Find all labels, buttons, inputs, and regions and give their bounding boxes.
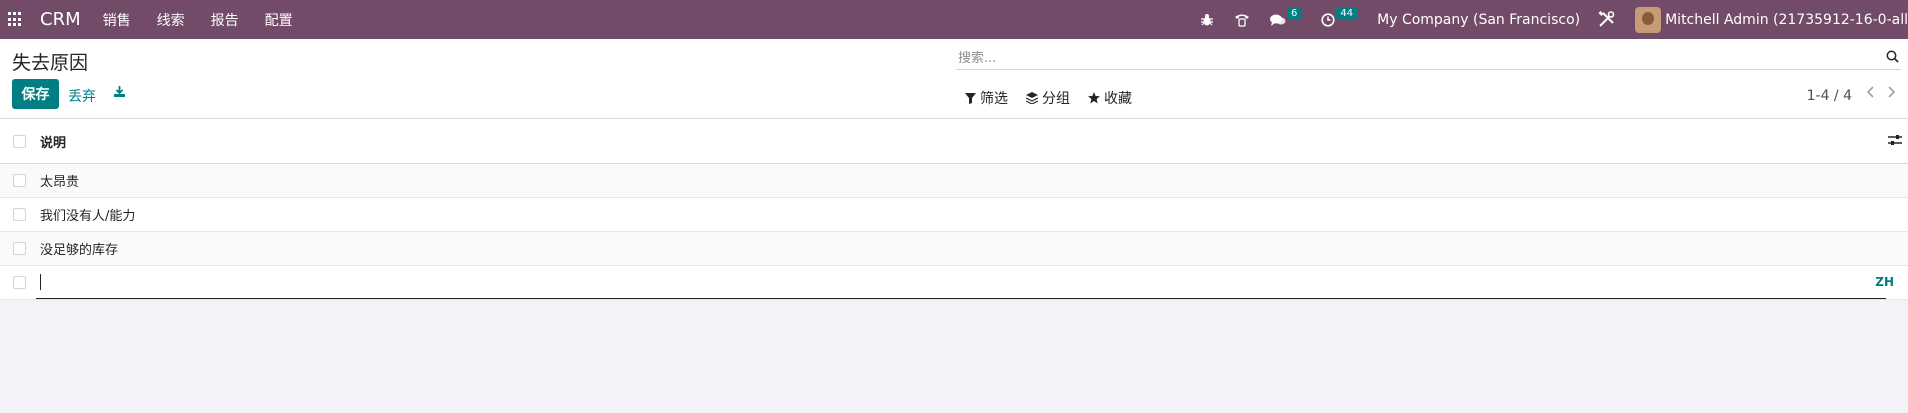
- pager-nav: [1866, 86, 1896, 102]
- chevron-right-icon[interactable]: [1888, 86, 1896, 102]
- list-view: 说明 太昂贵 我们没有人/能力 没足够的库存 ZH: [0, 119, 1908, 300]
- menu-item-config[interactable]: 配置: [265, 10, 293, 30]
- navbar-systray: 6 44 My Company (San Francisco) Mitchell…: [1200, 0, 1908, 39]
- column-header-description[interactable]: 说明: [40, 132, 66, 151]
- layers-icon: [1026, 92, 1038, 104]
- messages-badge: 6: [1287, 7, 1302, 20]
- pager-value[interactable]: 1-4 / 4: [1807, 88, 1852, 104]
- filter-label: 筛选: [980, 91, 1008, 107]
- search-input[interactable]: [956, 49, 1860, 67]
- activities-badge: 44: [1336, 7, 1358, 20]
- menu-item-reports[interactable]: 报告: [211, 10, 239, 30]
- optional-columns-sliders-icon[interactable]: [1888, 134, 1902, 150]
- table-row[interactable]: 太昂贵: [0, 164, 1908, 198]
- filter-funnel-icon: [965, 92, 976, 104]
- export-download-icon[interactable]: [113, 85, 126, 102]
- row-description: 太昂贵: [40, 175, 80, 190]
- menu-item-leads[interactable]: 线索: [157, 10, 185, 30]
- row-checkbox[interactable]: [13, 174, 26, 187]
- description-edit-input[interactable]: [36, 266, 1886, 299]
- filter-dropdown[interactable]: 筛选: [965, 88, 1008, 108]
- row-checkbox[interactable]: [13, 208, 26, 221]
- search-bar: [956, 47, 1901, 70]
- editable-new-row[interactable]: ZH: [0, 266, 1908, 300]
- chevron-left-icon[interactable]: [1866, 86, 1874, 102]
- control-panel: 失去原因 保存 丢弃 筛选 分组 收藏 1-4 / 4: [0, 39, 1908, 119]
- list-header: 说明: [0, 119, 1908, 164]
- translate-language-button[interactable]: ZH: [1875, 275, 1894, 289]
- text-caret: [40, 274, 41, 290]
- star-icon: [1088, 92, 1100, 104]
- user-avatar[interactable]: [1635, 6, 1662, 33]
- search-icon[interactable]: [1886, 50, 1899, 67]
- activities-clock-icon[interactable]: 44: [1321, 7, 1358, 27]
- debug-bug-icon[interactable]: [1200, 13, 1214, 27]
- apps-menu-icon[interactable]: [8, 12, 23, 27]
- row-checkbox[interactable]: [13, 242, 26, 255]
- save-button[interactable]: 保存: [12, 79, 59, 109]
- row-description: 我们没有人/能力: [40, 209, 136, 224]
- favorites-dropdown[interactable]: 收藏: [1088, 88, 1132, 108]
- row-checkbox[interactable]: [13, 276, 26, 289]
- favorites-label: 收藏: [1104, 91, 1132, 107]
- messages-icon[interactable]: 6: [1270, 7, 1302, 27]
- app-brand[interactable]: CRM: [40, 9, 81, 30]
- select-all-checkbox[interactable]: [13, 134, 26, 148]
- menu-item-sales[interactable]: 销售: [103, 10, 131, 30]
- settings-tools-icon[interactable]: [1598, 11, 1615, 28]
- phone-icon[interactable]: [1234, 13, 1250, 27]
- company-switcher[interactable]: My Company (San Francisco): [1377, 12, 1580, 28]
- user-menu[interactable]: Mitchell Admin (21735912-16-0-all: [1665, 12, 1908, 28]
- groupby-label: 分组: [1042, 91, 1070, 107]
- groupby-dropdown[interactable]: 分组: [1026, 88, 1070, 108]
- discard-button[interactable]: 丢弃: [68, 86, 96, 106]
- row-description: 没足够的库存: [40, 243, 119, 258]
- page-title: 失去原因: [12, 52, 89, 74]
- search-options: 筛选 分组 收藏: [965, 88, 1132, 108]
- table-row[interactable]: 没足够的库存: [0, 232, 1908, 266]
- top-navbar: CRM 销售 线索 报告 配置 6 44 My Company (San Fra…: [0, 0, 1908, 39]
- table-row[interactable]: 我们没有人/能力: [0, 198, 1908, 232]
